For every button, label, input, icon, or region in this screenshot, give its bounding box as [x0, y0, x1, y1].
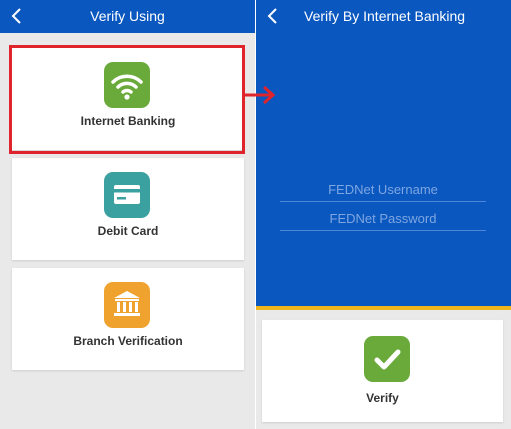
branch-verification-label: Branch Verification — [73, 334, 183, 348]
debit-card-option[interactable]: Debit Card — [12, 158, 244, 260]
verify-by-internet-banking-screen: Verify By Internet Banking Verify — [256, 0, 511, 429]
page-title: Verify Using — [90, 8, 165, 24]
verify-label: Verify — [366, 391, 399, 405]
internet-banking-option[interactable]: Internet Banking — [12, 48, 244, 150]
card-icon — [104, 172, 150, 218]
checkmark-icon — [364, 336, 410, 382]
back-arrow-icon[interactable] — [264, 6, 284, 26]
right-arrow-icon — [242, 85, 276, 105]
accent-strip — [256, 306, 511, 310]
internet-banking-label: Internet Banking — [80, 114, 176, 128]
app-bar: Verify Using — [0, 0, 255, 33]
page-title: Verify By Internet Banking — [304, 8, 466, 24]
verify-using-screen: Verify Using Internet Banking Debit Card — [0, 0, 255, 429]
branch-verification-option[interactable]: Branch Verification — [12, 268, 244, 370]
fednet-username-input[interactable] — [280, 177, 486, 202]
login-panel — [256, 33, 511, 306]
fednet-password-input[interactable] — [280, 206, 486, 231]
debit-card-label: Debit Card — [97, 224, 159, 238]
verify-button[interactable]: Verify — [262, 320, 503, 422]
app-bar: Verify By Internet Banking — [256, 0, 511, 33]
wifi-icon — [104, 62, 150, 108]
bank-icon — [104, 282, 150, 328]
